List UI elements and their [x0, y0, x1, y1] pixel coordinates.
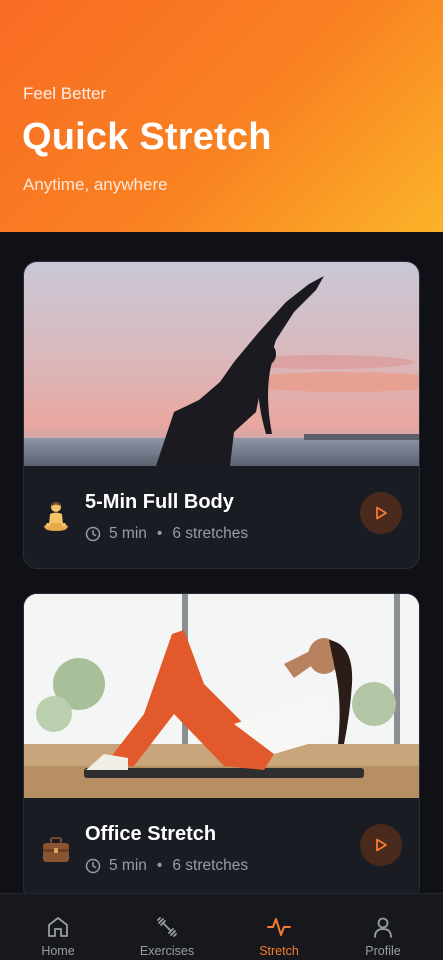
meditation-emoji-icon — [42, 500, 70, 534]
play-icon — [376, 838, 387, 852]
header-subtitle: Anytime, anywhere — [23, 175, 168, 194]
routine-duration: 5 min — [109, 857, 147, 874]
tab-label: Home — [41, 944, 75, 958]
page-title: Quick Stretch — [22, 116, 272, 158]
header-eyebrow: Feel Better — [23, 84, 107, 103]
pulse-icon — [267, 918, 291, 936]
routine-name: Office Stretch — [85, 823, 217, 845]
routine-stretch-count: 6 stretches — [172, 525, 249, 542]
dumbbell-icon — [157, 917, 177, 937]
tab-stretch[interactable]: Stretch — [224, 894, 334, 960]
header-banner: Feel Better Quick Stretch Anytime, anywh… — [0, 0, 443, 232]
routine-name: 5-Min Full Body — [85, 491, 234, 513]
play-icon — [376, 506, 387, 520]
bottom-tab-bar: Home Exercises Stretch Profile — [0, 893, 443, 960]
routine-meta: 5 min • 6 stretches — [85, 857, 248, 875]
tab-label: Exercises — [139, 944, 195, 958]
play-button[interactable] — [360, 824, 402, 866]
play-button[interactable] — [360, 492, 402, 534]
tab-label: Stretch — [259, 944, 299, 958]
tab-exercises[interactable]: Exercises — [112, 894, 222, 960]
routine-image-situp — [24, 594, 419, 798]
tab-profile[interactable]: Profile — [328, 894, 438, 960]
routine-card-full-body[interactable]: 5-Min Full Body 5 min • 6 stretches — [23, 261, 420, 569]
clock-icon — [85, 526, 101, 542]
routine-image-yoga-sunset — [24, 262, 419, 466]
clock-icon — [85, 858, 101, 874]
tab-label: Profile — [365, 944, 401, 958]
routine-meta: 5 min • 6 stretches — [85, 525, 248, 543]
tab-home[interactable]: Home — [3, 894, 113, 960]
briefcase-emoji-icon — [42, 832, 70, 866]
user-icon — [374, 917, 392, 938]
routine-stretch-count: 6 stretches — [172, 857, 249, 874]
meta-separator: • — [156, 857, 163, 874]
routine-card-office[interactable]: Office Stretch 5 min • 6 stretches — [23, 593, 420, 901]
routine-duration: 5 min — [109, 525, 147, 542]
meta-separator: • — [156, 525, 163, 542]
home-icon — [48, 917, 68, 937]
